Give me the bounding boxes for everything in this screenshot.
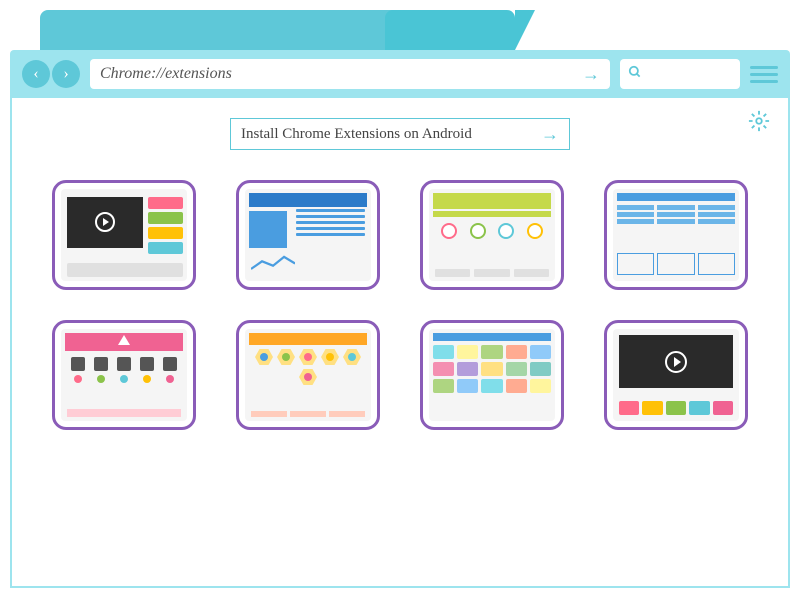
extension-card[interactable] (420, 180, 564, 290)
extension-thumbnail (61, 329, 187, 421)
url-input[interactable] (100, 65, 582, 83)
browser-tab[interactable] (40, 10, 170, 50)
browser-tab[interactable] (155, 10, 285, 50)
extension-thumbnail (61, 189, 187, 281)
extension-thumbnail (613, 329, 739, 421)
search-box[interactable] (620, 59, 740, 89)
nav-buttons: ‹ › (22, 60, 80, 88)
search-icon (628, 65, 642, 84)
extension-card[interactable] (52, 180, 196, 290)
extension-card[interactable] (236, 320, 380, 430)
extension-thumbnail (245, 329, 371, 421)
back-button[interactable]: ‹ (22, 60, 50, 88)
extension-thumbnail (429, 329, 555, 421)
extension-card[interactable] (604, 320, 748, 430)
settings-button[interactable] (748, 110, 770, 138)
extension-thumbnail (613, 189, 739, 281)
play-icon (665, 351, 687, 373)
browser-tab-active[interactable] (385, 10, 515, 50)
extension-card[interactable] (604, 180, 748, 290)
go-icon[interactable]: → (582, 64, 600, 85)
extensions-grid (42, 180, 758, 430)
tab-bar (10, 10, 790, 50)
extension-card[interactable] (52, 320, 196, 430)
hamburger-icon (750, 66, 778, 69)
prompt-input[interactable] (241, 126, 541, 143)
arrow-right-icon[interactable]: → (541, 124, 559, 145)
extension-card[interactable] (420, 320, 564, 430)
play-icon (95, 212, 115, 232)
content-area: → (10, 98, 790, 588)
url-bar[interactable]: → (90, 59, 610, 89)
install-prompt[interactable]: → (230, 118, 570, 150)
extension-card[interactable] (236, 180, 380, 290)
forward-button[interactable]: › (52, 60, 80, 88)
toolbar: ‹ › → (10, 50, 790, 98)
extension-thumbnail (429, 189, 555, 281)
menu-button[interactable] (750, 60, 778, 88)
extension-thumbnail (245, 189, 371, 281)
browser-tab[interactable] (270, 10, 400, 50)
